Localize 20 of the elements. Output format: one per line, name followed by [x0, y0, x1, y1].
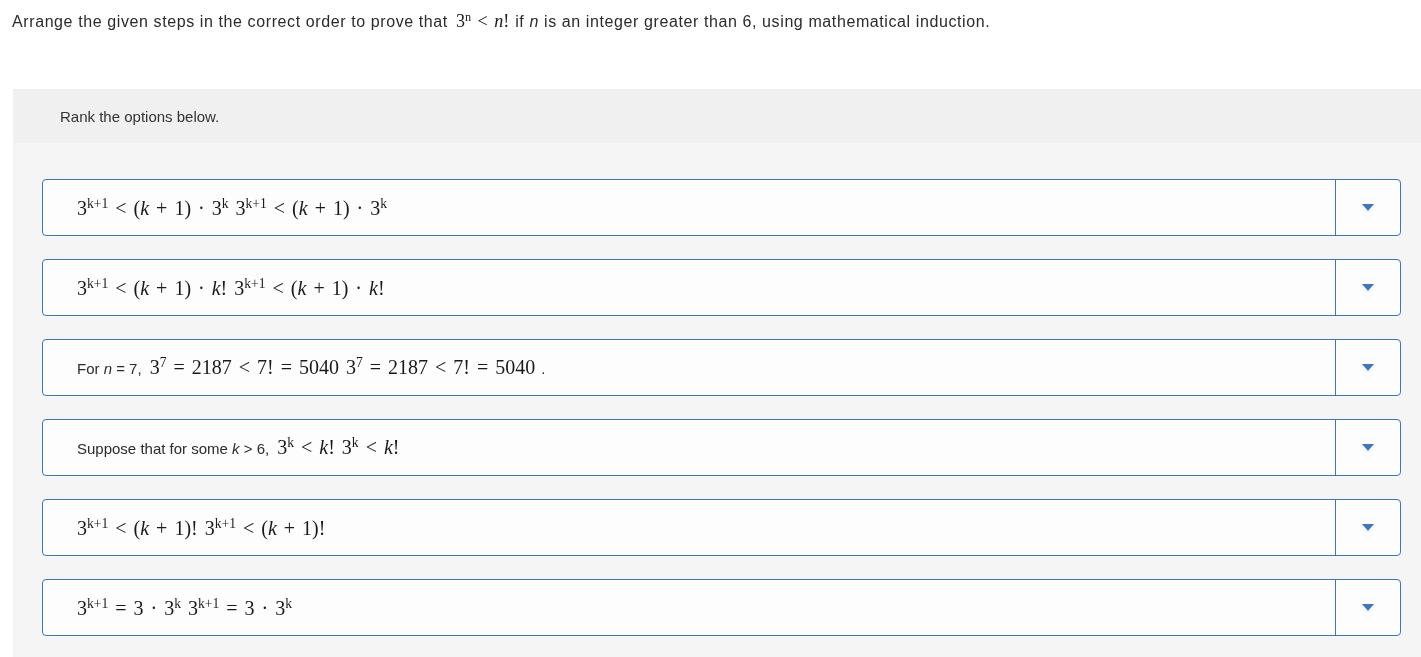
- option-card[interactable]: 3$^{k+1}$ = 3 · 3$^{k}$ 3$^{k+1}$ = 3 · 3$^{k}$: [42, 579, 1401, 636]
- instruction-text: Rank the options below.: [60, 107, 220, 125]
- option-card[interactable]: For n = 7, 3$^{7}$ = 2187 < 7! = 5040 3$^{7}$ = 2187 < 7! = 5040 .: [42, 339, 1401, 396]
- option-card[interactable]: 3$^{k+1}$ < (k + 1) · 3$^{k}$ 3$^{k+1}$ < (k + 1) · 3$^{k}$: [42, 179, 1401, 236]
- option-card[interactable]: 3$^{k+1}$ < (k + 1)! 3$^{k+1}$ < (k + 1)!: [42, 499, 1401, 556]
- caret-icon: [1362, 364, 1374, 371]
- option-text: 3$^{k+1}$ < (k + 1) · 3$^{k}$ 3$^{k+1}$ < (k + 1) · 3$^{k}$: [77, 195, 388, 220]
- option-text: 3$^{k+1}$ = 3 · 3$^{k}$ 3$^{k+1}$ = 3 · 3$^{k}$: [77, 595, 293, 620]
- caret-icon: [1362, 204, 1374, 211]
- option-text: For n = 7, 3$^{7}$ = 2187 < 7! = 5040 3$^{7}$ = 2187 < 7! = 5040 .: [77, 354, 546, 380]
- option-card[interactable]: Suppose that for some k > 6, 3$^{k}$ < k! 3$^{k}$ < k!: [42, 419, 1401, 476]
- question-text: Arrange the given steps in the correct order to prove that 3$^{n}$ < n! if n is an integer greater than 6, using mathematical induction.: [11, 8, 992, 31]
- caret-icon: [1362, 524, 1374, 531]
- option-text: 3$^{k+1}$ < (k + 1) · k! 3$^{k+1}$ < (k + 1) · k!: [77, 275, 385, 300]
- caret-icon: [1362, 444, 1374, 451]
- caret-icon: [1362, 284, 1374, 291]
- caret-icon: [1362, 604, 1374, 611]
- option-text: 3$^{k+1}$ < (k + 1)! 3$^{k+1}$ < (k + 1)!: [77, 515, 326, 540]
- option-card[interactable]: 3$^{k+1}$ < (k + 1) · k! 3$^{k+1}$ < (k + 1) · k!: [42, 259, 1401, 316]
- option-text: Suppose that for some k > 6, 3$^{k}$ < k! 3$^{k}$ < k!: [77, 434, 400, 460]
